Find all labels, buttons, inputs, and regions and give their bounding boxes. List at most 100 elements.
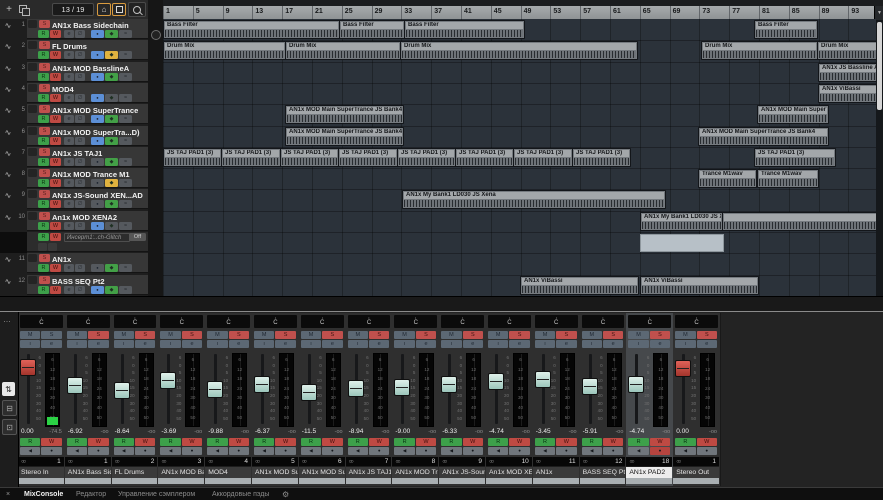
edit-button[interactable]: e bbox=[64, 115, 74, 123]
vertical-scrollbar-handle[interactable] bbox=[877, 22, 882, 110]
monitor-button[interactable]: ◀ bbox=[534, 447, 556, 455]
solo-button[interactable]: S bbox=[368, 331, 390, 339]
io-button[interactable]: ● bbox=[91, 179, 104, 187]
record-button[interactable]: ● bbox=[181, 447, 203, 455]
pan-control[interactable]: ıC bbox=[628, 315, 672, 328]
listen-button[interactable]: ı bbox=[394, 340, 415, 348]
mute-button[interactable] bbox=[28, 105, 37, 113]
solo-button[interactable]: S bbox=[39, 190, 50, 198]
clip[interactable]: AN1x JS Bassline A bbox=[818, 63, 876, 82]
monitor-button[interactable]: ◀ bbox=[347, 447, 368, 455]
edit-button[interactable]: e bbox=[181, 340, 203, 348]
clip[interactable]: AN1x MOD Main SuperTrance JS Bank4 bbox=[757, 105, 829, 124]
instrument-button[interactable]: ◆ bbox=[105, 30, 118, 38]
edit-button[interactable]: e bbox=[275, 340, 296, 348]
read-button[interactable]: R bbox=[675, 438, 696, 446]
clip[interactable]: AN1x MOD Main SuperTrance JS Bank4 bbox=[285, 127, 404, 146]
freeze-button[interactable]: ≈ bbox=[119, 179, 132, 187]
clip[interactable]: JS TAJ PAD1 (3) bbox=[513, 148, 573, 167]
clip[interactable]: JS TAJ PAD1 (3) bbox=[397, 148, 456, 167]
solo-button[interactable]: S bbox=[39, 254, 50, 262]
clip[interactable]: Bass Filter bbox=[163, 20, 340, 39]
clip[interactable]: AN1x ViBassi bbox=[640, 276, 759, 295]
listen-button[interactable]: ı bbox=[254, 340, 275, 348]
read-button[interactable]: R bbox=[300, 438, 322, 446]
track-presets-icon[interactable] bbox=[19, 5, 30, 16]
read-button[interactable]: R bbox=[207, 438, 228, 446]
freeze-button[interactable]: ≈ bbox=[119, 94, 132, 102]
channel-name[interactable]: AN1x JS-Sound bbox=[439, 466, 485, 478]
mixer-strip[interactable]: ı C M Sı e 6 0 5 10 15 20 30 40 50 6 12 18 24 30 40 50 -4.74-… bbox=[486, 313, 534, 486]
write-button[interactable]: W bbox=[275, 438, 296, 446]
read-button[interactable]: R bbox=[20, 438, 41, 446]
mixer-strip[interactable]: ı C M Sı e 6 0 5 10 15 20 30 40 50 6 12 18 24 30 40 50 -9.88-… bbox=[205, 313, 253, 486]
read-button[interactable]: R bbox=[38, 158, 49, 166]
tab-editor[interactable]: Редактор bbox=[76, 488, 106, 500]
bypass-button[interactable]: ∅ bbox=[75, 179, 85, 187]
solo-button[interactable]: S bbox=[39, 41, 50, 49]
record-button[interactable]: ● bbox=[509, 447, 530, 455]
edit-button[interactable]: e bbox=[41, 340, 62, 348]
bypass-button[interactable]: ∅ bbox=[75, 30, 85, 38]
channel-name[interactable]: AN1x bbox=[532, 466, 579, 478]
divider-knob[interactable] bbox=[151, 30, 161, 40]
edit-button[interactable]: e bbox=[509, 340, 530, 348]
edit-button[interactable]: e bbox=[64, 137, 74, 145]
monitor-button[interactable]: ◀ bbox=[160, 447, 181, 455]
solo-button[interactable]: S bbox=[462, 331, 483, 339]
io-button[interactable]: ● bbox=[91, 264, 104, 272]
mixer-strip[interactable]: ı C M Sı e 6 0 5 10 15 20 30 40 50 6 12 18 24 30 40 50 -4.74-… bbox=[626, 313, 675, 486]
pan-control[interactable]: ıC bbox=[488, 315, 531, 328]
solo-button[interactable]: S bbox=[181, 331, 203, 339]
edit-button[interactable]: e bbox=[64, 73, 74, 81]
edit-button[interactable]: e bbox=[64, 94, 74, 102]
freeze-button[interactable]: ≈ bbox=[119, 264, 132, 272]
listen-button[interactable]: ı bbox=[675, 340, 696, 348]
write-button[interactable]: W bbox=[50, 94, 61, 102]
record-button[interactable]: ● bbox=[696, 447, 717, 455]
solo-button[interactable]: S bbox=[39, 276, 50, 284]
edit-button[interactable]: e bbox=[602, 340, 624, 348]
pan-control[interactable]: ıC bbox=[113, 315, 157, 328]
record-button[interactable]: ● bbox=[415, 447, 437, 455]
read-button[interactable]: R bbox=[628, 438, 649, 446]
pan-control[interactable]: ıC bbox=[441, 315, 484, 328]
read-button[interactable]: R bbox=[38, 51, 49, 59]
io-button[interactable]: ● bbox=[91, 115, 104, 123]
clip[interactable]: JS TAJ PAD1 (3) bbox=[572, 148, 631, 167]
freeze-button[interactable]: ≈ bbox=[119, 51, 132, 59]
read-button[interactable]: R bbox=[113, 438, 134, 446]
record-button[interactable]: ● bbox=[368, 447, 390, 455]
rack-view-icon[interactable]: ⊟ bbox=[2, 400, 17, 416]
instrument-button[interactable]: ◆ bbox=[105, 158, 118, 166]
freeze-button[interactable]: ≈ bbox=[119, 200, 132, 208]
read-button[interactable]: R bbox=[38, 30, 49, 38]
channel-name[interactable]: AN1x Bass Side bbox=[64, 466, 111, 478]
mute-button[interactable]: M bbox=[20, 331, 41, 339]
channel-name[interactable]: AN1x JS TAJ1 bbox=[345, 466, 392, 478]
pan-control[interactable]: ıC bbox=[534, 315, 578, 328]
edit-button[interactable]: e bbox=[64, 179, 74, 187]
mute-button[interactable]: M bbox=[441, 331, 462, 339]
write-button[interactable]: W bbox=[415, 438, 437, 446]
mute-button[interactable]: M bbox=[581, 331, 602, 339]
instrument-button[interactable]: ◆ bbox=[105, 264, 118, 272]
mute-button[interactable]: M bbox=[66, 331, 88, 339]
bypass-button[interactable]: ∅ bbox=[75, 137, 85, 145]
zone-square-button[interactable] bbox=[112, 3, 126, 16]
write-button[interactable]: W bbox=[696, 438, 717, 446]
io-button[interactable]: ● bbox=[91, 30, 104, 38]
pan-control[interactable]: ıC bbox=[347, 315, 391, 328]
mixer-strip[interactable]: ı C M Sı e 6 0 5 10 15 20 30 40 50 6 12 18 24 30 40 50 -3.69-… bbox=[158, 313, 207, 486]
listen-button[interactable]: ı bbox=[347, 340, 368, 348]
pan-control[interactable]: ıC bbox=[160, 315, 204, 328]
clip[interactable]: Drum Mix bbox=[400, 41, 638, 60]
solo-button[interactable]: S bbox=[39, 169, 50, 177]
read-button[interactable]: R bbox=[38, 222, 49, 230]
freeze-button[interactable]: ≈ bbox=[119, 158, 132, 166]
edit-button[interactable]: e bbox=[228, 340, 249, 348]
track-row[interactable]: S AN1x MOD BasslineA R We ∅ ● ◆ ≈ ∿ 3 bbox=[0, 62, 148, 83]
record-button[interactable]: ● bbox=[462, 447, 483, 455]
freeze-button[interactable]: ≈ bbox=[119, 30, 132, 38]
read-button[interactable]: R bbox=[347, 438, 368, 446]
